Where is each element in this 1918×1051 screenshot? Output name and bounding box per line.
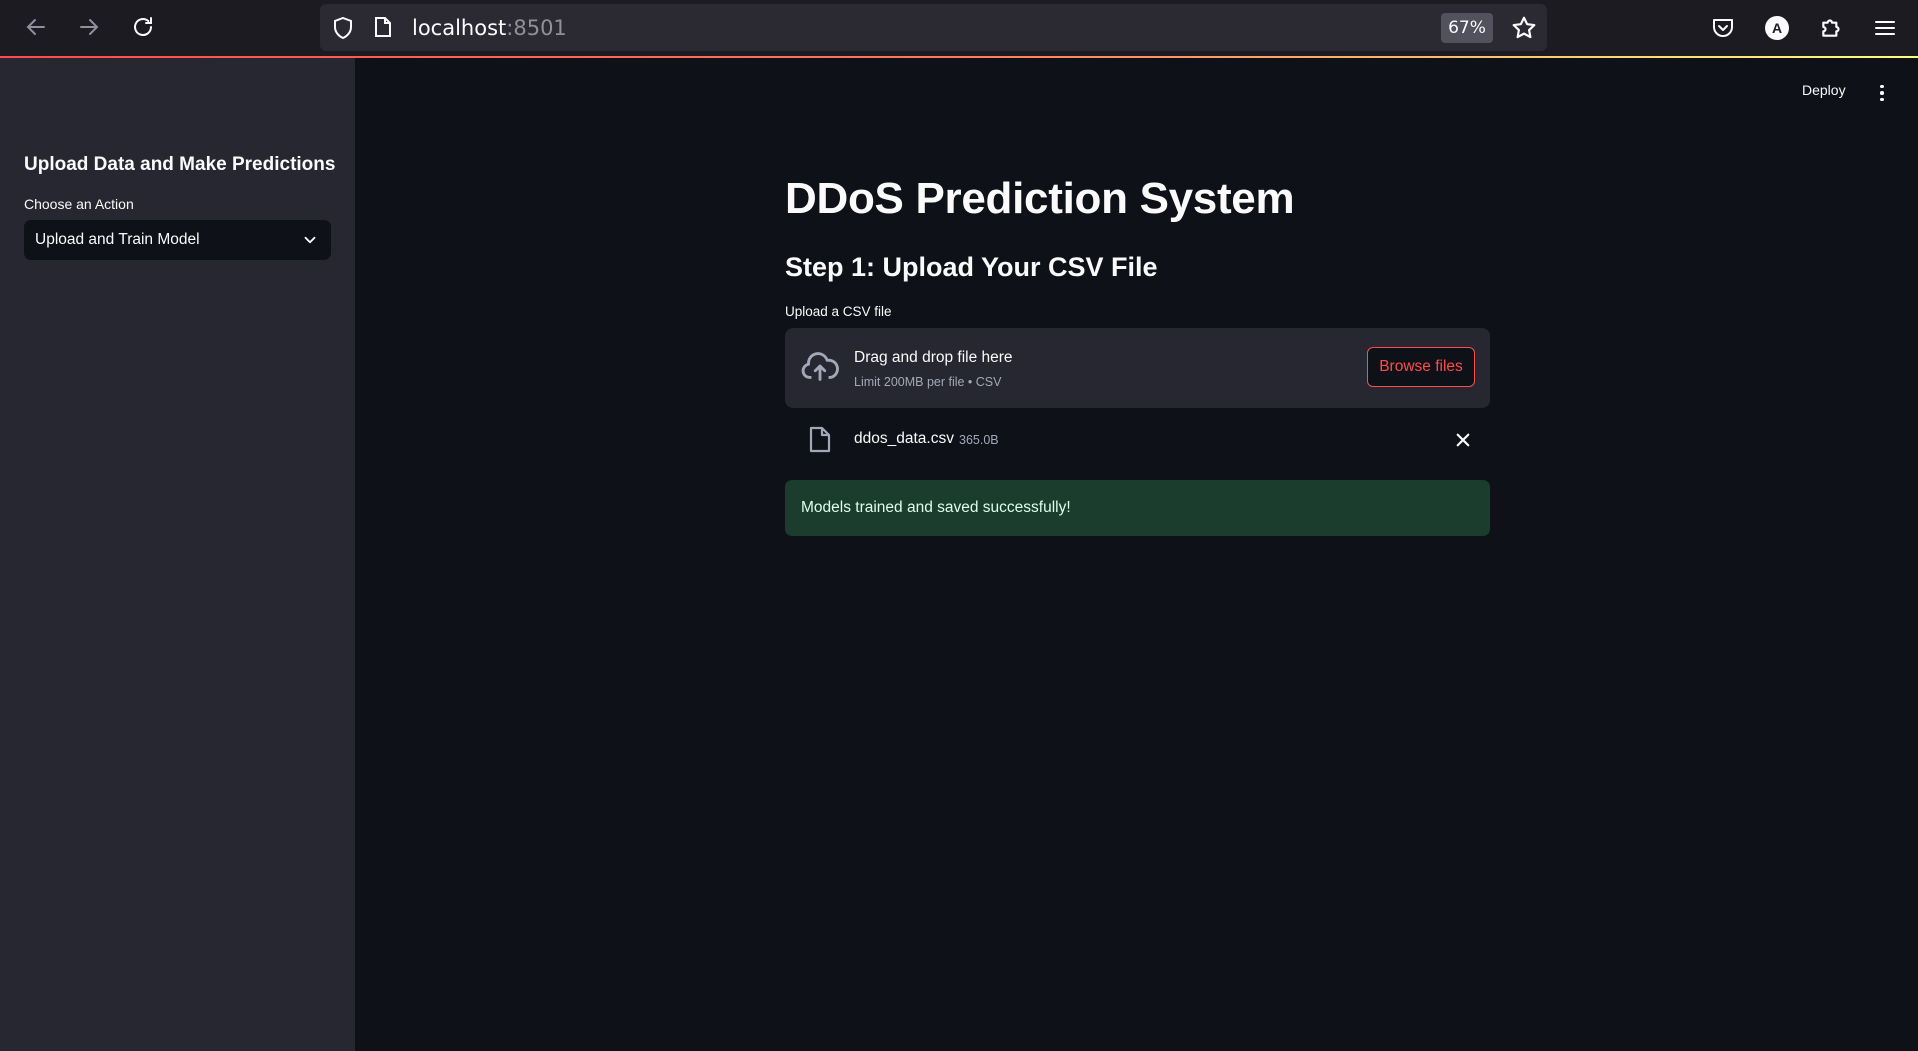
step-heading: Step 1: Upload Your CSV File <box>785 252 1158 282</box>
forward-button[interactable] <box>70 8 108 46</box>
chevron-down-icon <box>304 236 316 244</box>
action-select-label: Choose an Action <box>24 196 134 212</box>
deploy-button[interactable]: Deploy <box>1802 82 1846 98</box>
hamburger-menu-icon[interactable] <box>1873 16 1897 40</box>
action-select[interactable]: Upload and Train Model <box>24 220 331 260</box>
shield-icon[interactable] <box>332 16 354 40</box>
browser-toolbar: localhost:8501 67% A <box>0 0 1918 56</box>
url-bar[interactable]: localhost:8501 67% <box>320 4 1547 51</box>
file-dropzone[interactable]: Drag and drop file here Limit 200MB per … <box>785 328 1490 408</box>
more-vertical-icon <box>1880 84 1884 89</box>
sidebar: Upload Data and Make Predictions Choose … <box>0 58 355 1051</box>
arrow-left-icon <box>26 19 45 35</box>
page-title: DDoS Prediction System <box>785 174 1295 223</box>
back-button[interactable] <box>17 8 55 46</box>
page-icon[interactable] <box>374 16 392 38</box>
close-icon[interactable] <box>1454 431 1472 449</box>
avatar-initial: A <box>1771 20 1783 36</box>
bookmark-star-icon[interactable] <box>1511 15 1537 41</box>
uploaded-file-row: ddos_data.csv 365.0B <box>785 420 1490 460</box>
extensions-puzzle-icon[interactable] <box>1819 14 1845 40</box>
sidebar-header: Upload Data and Make Predictions <box>24 154 336 175</box>
uploaded-file-size: 365.0B <box>959 433 999 447</box>
pocket-icon[interactable] <box>1711 16 1735 40</box>
browse-files-button[interactable]: Browse files <box>1367 347 1475 387</box>
main-menu-button[interactable] <box>1872 82 1892 104</box>
success-alert: Models trained and saved successfully! <box>785 480 1490 536</box>
dropzone-limit: Limit 200MB per file • CSV <box>854 375 1002 389</box>
uploaded-file-name: ddos_data.csv <box>854 430 954 447</box>
uploader-label: Upload a CSV file <box>785 304 892 319</box>
url-text[interactable]: localhost:8501 <box>412 16 567 40</box>
reload-button[interactable] <box>124 8 162 46</box>
zoom-level-badge[interactable]: 67% <box>1441 13 1493 43</box>
reload-icon <box>134 17 152 36</box>
arrow-right-icon <box>80 19 99 35</box>
account-avatar[interactable]: A <box>1765 16 1789 40</box>
cloud-upload-icon <box>801 352 839 381</box>
action-select-value: Upload and Train Model <box>35 231 200 248</box>
file-icon <box>809 426 831 453</box>
dropzone-title: Drag and drop file here <box>854 349 1013 366</box>
success-message: Models trained and saved successfully! <box>801 499 1071 516</box>
